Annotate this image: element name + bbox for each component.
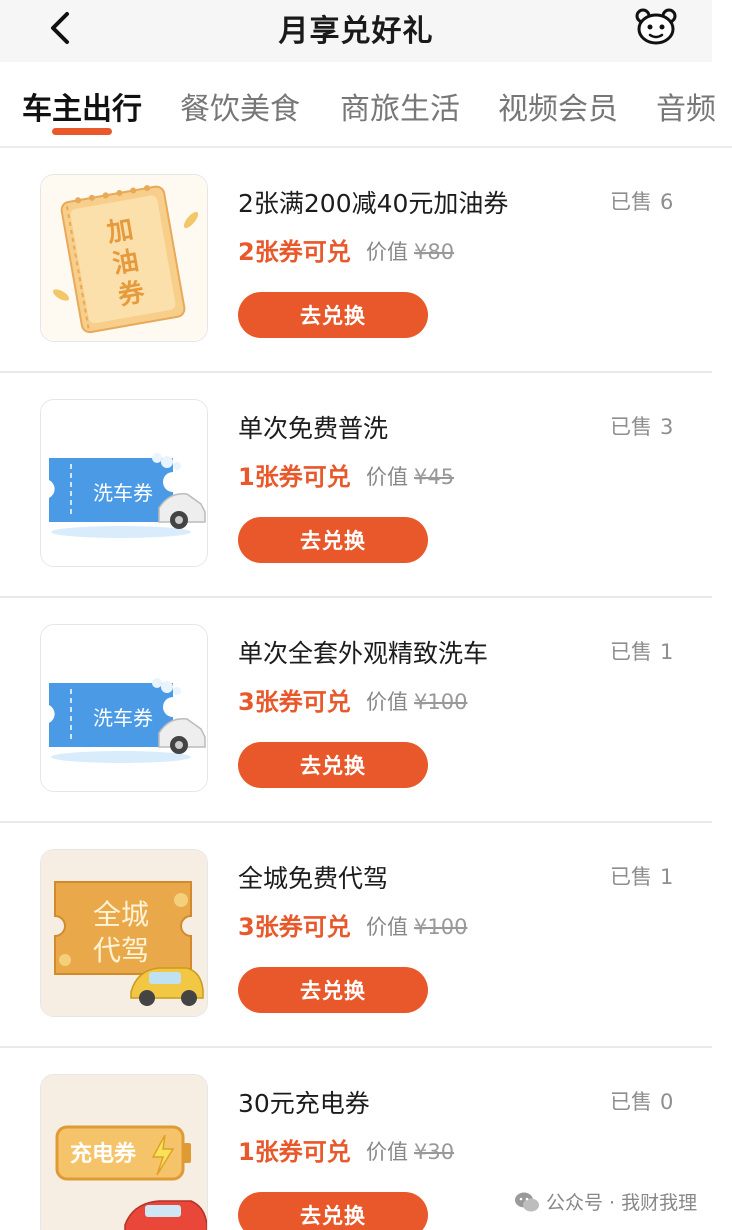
list-item[interactable]: 洗车券 单次全套外观精致洗车 已售 1 3张券可兑 价值 ¥100 去兑换: [0, 598, 712, 823]
original-value: 价值 ¥100: [366, 690, 468, 714]
sold-count: 已售 3: [610, 415, 674, 439]
designated-driver-coupon-icon: 全城 代驾: [41, 850, 207, 1016]
sold-count: 已售 1: [610, 640, 674, 664]
item-name: 2张满200减40元加油券: [238, 189, 509, 218]
coupon-requirement: 3张券可兑: [238, 688, 351, 716]
original-value: 价值 ¥100: [366, 915, 468, 939]
coupon-requirement: 1张券可兑: [238, 1138, 351, 1166]
original-value: 价值 ¥45: [366, 465, 455, 489]
item-thumbnail: 加 油 券: [40, 174, 208, 342]
item-thumbnail: 充电券: [40, 1074, 208, 1230]
customer-service-button[interactable]: [630, 4, 682, 48]
fuel-coupon-icon: 加 油 券: [41, 175, 207, 341]
redeem-button[interactable]: 去兑换: [238, 292, 428, 338]
tab-business-life[interactable]: 商旅生活: [340, 84, 460, 128]
item-name: 全城免费代驾: [238, 864, 389, 893]
sold-count: 已售 1: [610, 865, 674, 889]
item-name: 30元充电券: [238, 1089, 370, 1118]
original-value: 价值 ¥30: [366, 1140, 455, 1164]
redeem-button[interactable]: 去兑换: [238, 742, 428, 788]
top-bar: 月享兑好礼: [0, 0, 712, 62]
tab-car-travel[interactable]: 车主出行: [22, 84, 142, 128]
redeem-button[interactable]: 去兑换: [238, 517, 428, 563]
active-tab-indicator: [52, 128, 112, 135]
tab-food[interactable]: 餐饮美食: [180, 84, 300, 128]
ev-charging-coupon-icon: 充电券: [41, 1075, 207, 1230]
coupon-requirement: 3张券可兑: [238, 913, 351, 941]
customer-service-icon: [635, 8, 677, 45]
item-thumbnail: 洗车券: [40, 624, 208, 792]
list-item[interactable]: 全城 代驾 全城免费代驾 已售 1 3张券可兑 价值 ¥100 去兑换: [0, 823, 712, 1048]
svg-text:油: 油: [110, 246, 141, 280]
svg-text:充电券: 充电券: [70, 1141, 137, 1167]
svg-text:洗车券: 洗车券: [93, 481, 153, 505]
item-thumbnail: 全城 代驾: [40, 849, 208, 1017]
car-wash-coupon-icon: 洗车券: [41, 625, 207, 791]
watermark: 公众号 · 我财我理: [514, 1188, 697, 1215]
svg-text:全城: 全城: [93, 898, 149, 931]
coupon-requirement: 1张券可兑: [238, 463, 351, 491]
watermark-text: 公众号 · 我财我理: [546, 1192, 698, 1214]
original-value: 价值 ¥80: [366, 240, 455, 264]
sold-count: 已售 6: [610, 190, 674, 214]
item-name: 单次免费普洗: [238, 414, 389, 443]
category-tabs: 车主出行 餐饮美食 商旅生活 视频会员 音频: [0, 62, 732, 148]
item-thumbnail: 洗车券: [40, 399, 208, 567]
coupon-requirement: 2张券可兑: [238, 238, 351, 266]
svg-text:洗车券: 洗车券: [93, 706, 153, 730]
reward-list: 加 油 券 2张满200减40元加油券 已售 6 2张券可兑 价值 ¥80 去兑换 …: [0, 148, 712, 1230]
svg-text:加: 加: [105, 214, 136, 248]
wechat-icon: [515, 1192, 539, 1211]
page-title: 月享兑好礼: [278, 14, 434, 49]
list-item[interactable]: 洗车券 单次免费普洗 已售 3 1张券可兑 价值 ¥45 去兑换: [0, 373, 712, 598]
list-item[interactable]: 加 油 券 2张满200减40元加油券 已售 6 2张券可兑 价值 ¥80 去兑换: [0, 148, 712, 373]
item-name: 单次全套外观精致洗车: [238, 639, 489, 668]
svg-text:代驾: 代驾: [93, 934, 149, 967]
tab-video-vip[interactable]: 视频会员: [498, 84, 618, 128]
sold-count: 已售 0: [610, 1090, 674, 1114]
car-wash-coupon-icon: 洗车券: [41, 400, 207, 566]
redeem-button[interactable]: 去兑换: [238, 1192, 428, 1230]
redeem-button[interactable]: 去兑换: [238, 967, 428, 1013]
tab-audio[interactable]: 音频: [656, 84, 716, 128]
